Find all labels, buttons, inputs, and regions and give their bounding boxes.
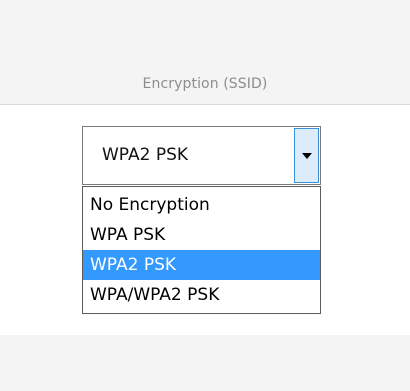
option-wpa-wpa2-psk[interactable]: WPA/WPA2 PSK: [83, 280, 320, 310]
option-no-encryption[interactable]: No Encryption: [83, 190, 320, 220]
encryption-ssid-label: Encryption (SSID): [142, 76, 268, 92]
encryption-select[interactable]: WPA2 PSK: [82, 126, 321, 185]
encryption-options-list: No Encryption WPA PSK WPA2 PSK WPA/WPA2 …: [82, 186, 321, 314]
dropdown-arrow-button[interactable]: [294, 128, 319, 183]
chevron-down-icon: [302, 153, 312, 159]
option-wpa2-psk[interactable]: WPA2 PSK: [83, 250, 320, 280]
bottom-band: [0, 335, 410, 391]
option-wpa-psk[interactable]: WPA PSK: [83, 220, 320, 250]
encryption-select-value: WPA2 PSK: [102, 145, 189, 165]
encryption-settings-panel: Encryption (SSID) WPA2 PSK No Encryption…: [0, 0, 410, 391]
